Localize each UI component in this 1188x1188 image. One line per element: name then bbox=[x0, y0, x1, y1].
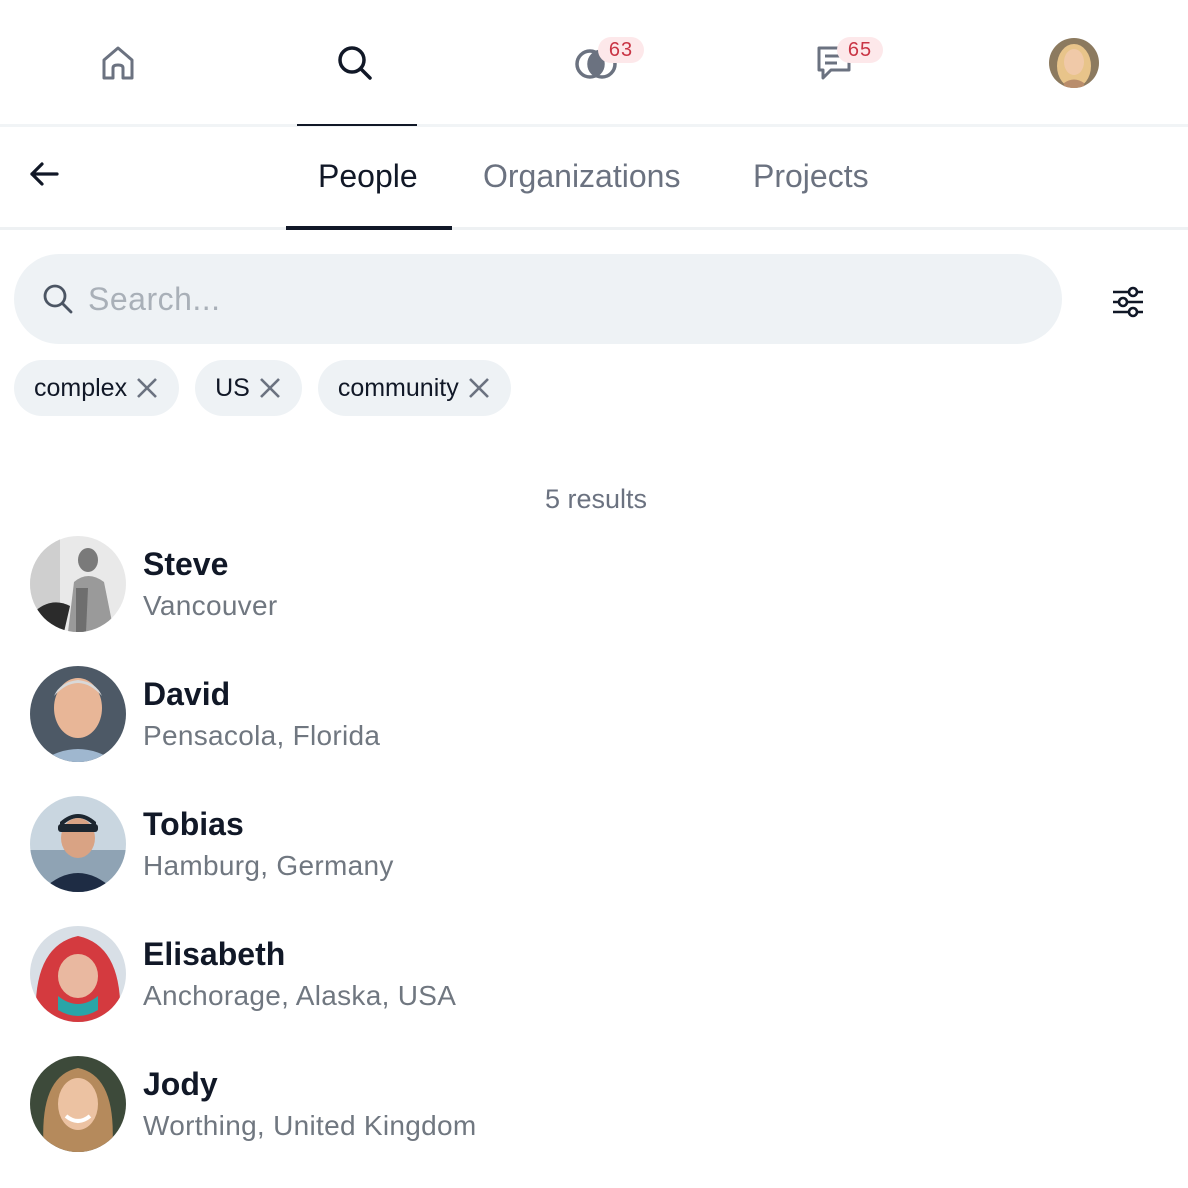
nav-active-indicator bbox=[297, 124, 417, 126]
avatar bbox=[30, 796, 126, 892]
avatar bbox=[30, 926, 126, 1022]
home-icon bbox=[102, 46, 134, 79]
result-name: Steve bbox=[143, 546, 229, 582]
result-location: Vancouver bbox=[143, 590, 278, 621]
arrow-left-icon bbox=[30, 162, 59, 186]
close-icon[interactable] bbox=[467, 376, 491, 400]
sliders-icon bbox=[1113, 286, 1143, 318]
avatar bbox=[30, 1056, 126, 1152]
nav-home[interactable] bbox=[78, 0, 158, 125]
tab-bar: People Organizations Projects bbox=[0, 130, 1188, 230]
list-item[interactable]: Steve Vancouver bbox=[30, 536, 1170, 666]
search-icon bbox=[338, 45, 372, 80]
results-count: 5 results bbox=[544, 484, 648, 514]
close-icon[interactable] bbox=[135, 376, 159, 400]
tab-active-indicator bbox=[286, 226, 452, 230]
search-bar bbox=[14, 254, 1062, 344]
filter-chip[interactable]: US bbox=[195, 360, 302, 416]
tab-organizations[interactable]: Organizations bbox=[483, 158, 680, 195]
list-item[interactable]: Tobias Hamburg, Germany bbox=[30, 796, 1170, 926]
nav-search[interactable] bbox=[315, 0, 395, 125]
circles-badge: 63 bbox=[598, 37, 644, 63]
result-name: David bbox=[143, 676, 231, 712]
result-location: Hamburg, Germany bbox=[143, 850, 394, 881]
search-icon bbox=[43, 284, 73, 314]
back-button[interactable] bbox=[24, 154, 64, 194]
result-name: Tobias bbox=[143, 806, 244, 842]
result-location: Anchorage, Alaska, USA bbox=[143, 980, 457, 1011]
result-location: Pensacola, Florida bbox=[143, 720, 381, 751]
close-icon[interactable] bbox=[258, 376, 282, 400]
filter-button[interactable] bbox=[1106, 282, 1150, 322]
filter-chip[interactable]: complex bbox=[14, 360, 180, 416]
avatar bbox=[30, 536, 126, 632]
chip-label: community bbox=[337, 373, 459, 402]
result-name: Elisabeth bbox=[143, 936, 286, 972]
chip-label: US bbox=[215, 373, 250, 402]
list-item[interactable]: Elisabeth Anchorage, Alaska, USA bbox=[30, 926, 1170, 1056]
top-navigation: 63 65 bbox=[0, 0, 1188, 127]
result-name: Jody bbox=[143, 1066, 218, 1102]
avatar bbox=[30, 666, 126, 762]
chip-label: complex bbox=[34, 373, 128, 402]
results-list: Steve Vancouver David Pensacola, Florida bbox=[30, 536, 1170, 1186]
search-input[interactable] bbox=[88, 280, 988, 318]
result-location: Worthing, United Kingdom bbox=[143, 1110, 477, 1141]
filter-chip[interactable]: community bbox=[317, 360, 511, 416]
tab-projects[interactable]: Projects bbox=[753, 158, 869, 195]
list-item[interactable]: Jody Worthing, United Kingdom bbox=[30, 1056, 1170, 1186]
nav-profile[interactable] bbox=[1034, 0, 1114, 125]
tab-people[interactable]: People bbox=[318, 158, 418, 195]
list-item[interactable]: David Pensacola, Florida bbox=[30, 666, 1170, 796]
filter-chips: complex US community bbox=[14, 360, 511, 416]
messages-badge: 65 bbox=[837, 37, 883, 63]
avatar bbox=[1049, 37, 1099, 88]
